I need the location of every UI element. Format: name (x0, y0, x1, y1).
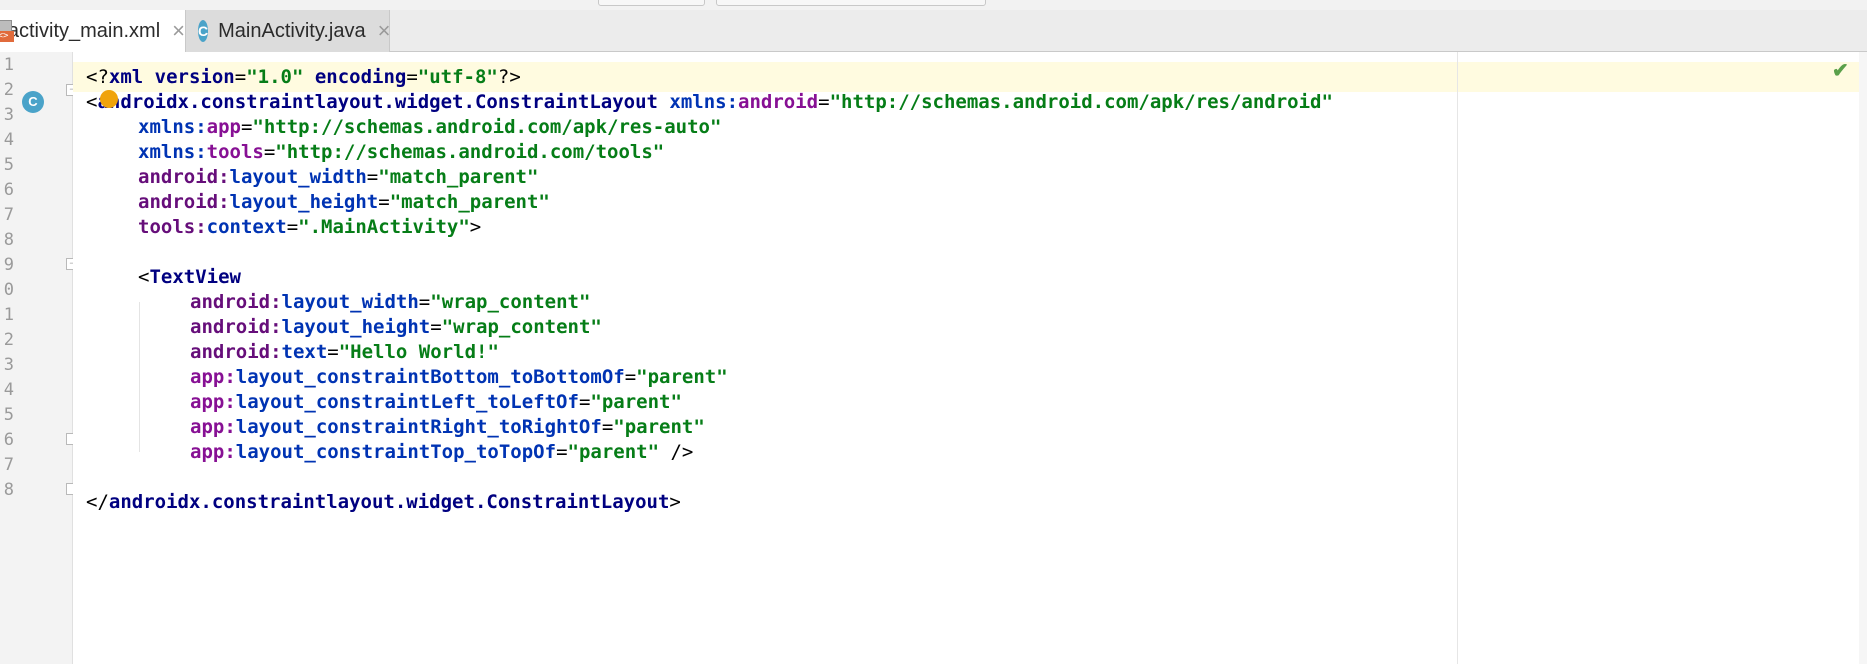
editor-tab-bar: <> activity_main.xml × C MainActivity.ja… (0, 10, 1867, 52)
intention-bulb-icon[interactable] (100, 90, 118, 108)
line-number: 4 (3, 130, 14, 150)
line-number-gutter[interactable]: 1 2 3 4 5 6 7 8 9 0 1 2 3 4 5 6 7 8 C − … (0, 52, 78, 664)
right-margin-guide (1457, 52, 1458, 664)
line-number: 7 (3, 455, 14, 475)
line-number: 4 (3, 380, 14, 400)
line-number: 1 (3, 55, 14, 75)
line-number: 5 (3, 155, 14, 175)
line-number: 3 (3, 105, 14, 125)
code-line-16: app:layout_constraintTop_toTopOf="parent… (190, 441, 694, 463)
close-icon[interactable]: × (378, 18, 391, 44)
inspection-ok-icon[interactable]: ✔ (1832, 58, 1849, 83)
line-number: 3 (3, 355, 14, 375)
close-icon[interactable]: × (172, 18, 185, 44)
tab-label: MainActivity.java (218, 19, 366, 42)
code-editor[interactable]: <?xml version="1.0" encoding="utf-8"?> <… (73, 52, 1859, 664)
tab-label: activity_main.xml (7, 19, 161, 42)
toolbar-control[interactable] (598, 0, 705, 6)
line-number: 6 (3, 180, 14, 200)
line-number: 0 (3, 280, 14, 300)
line-number: 2 (3, 80, 14, 100)
indent-guide (139, 302, 140, 452)
window-top-strip (0, 0, 1867, 10)
line-number: 1 (3, 305, 14, 325)
toolbar-control[interactable] (716, 0, 986, 6)
line-number: 8 (3, 480, 14, 500)
line-number: 6 (3, 430, 14, 450)
class-icon: C (198, 20, 209, 42)
vertical-scrollbar[interactable] (1859, 52, 1867, 664)
line-number: 8 (3, 230, 14, 250)
line-number: 9 (3, 255, 14, 275)
tab-mainactivity-java[interactable]: C MainActivity.java × (186, 10, 390, 52)
line-number: 2 (3, 330, 14, 350)
code-line-18: </androidx.constraintlayout.widget.Const… (86, 491, 681, 513)
code-line-7: tools:context=".MainActivity"> (138, 216, 482, 238)
line-number: 7 (3, 205, 14, 225)
line-number: 5 (3, 405, 14, 425)
class-gutter-icon[interactable]: C (22, 91, 44, 113)
tab-activity-main-xml[interactable]: <> activity_main.xml × (0, 10, 186, 52)
